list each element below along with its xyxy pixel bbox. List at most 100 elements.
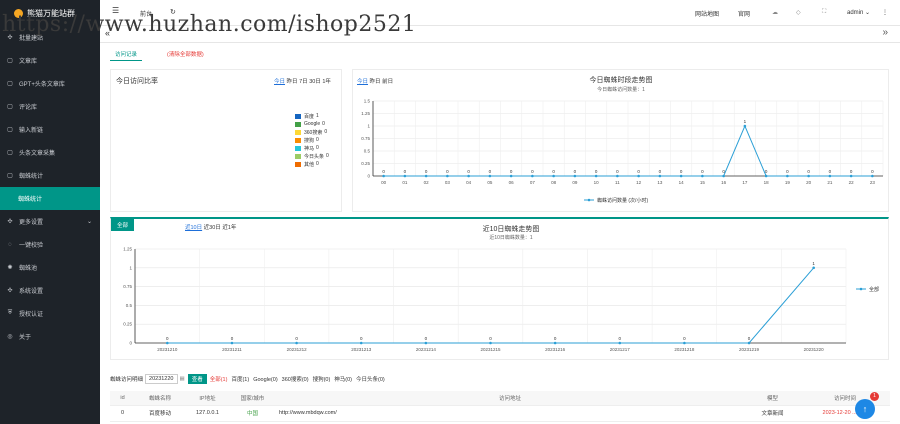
sidebar-item[interactable]: ▢ GPT+头条文章库 xyxy=(0,72,100,95)
legend-value: 0 xyxy=(326,153,329,159)
y-tick-label: 1 xyxy=(129,265,132,270)
data-point xyxy=(553,341,557,345)
hourly-legend-label: 蜘蛛访问数量 (次/小时) xyxy=(597,197,648,204)
data-label: 0 xyxy=(616,169,619,174)
data-point xyxy=(552,174,555,178)
data-point xyxy=(786,174,789,178)
x-tick-label: 23 xyxy=(870,180,876,185)
daily-chart-title: 近10日蜘蛛走势图 xyxy=(483,224,540,233)
data-label: 0 xyxy=(701,169,704,174)
y-tick-label: 0.25 xyxy=(123,322,132,327)
legend-swatch xyxy=(295,161,301,167)
tab-visit-record[interactable]: 访问记录 xyxy=(110,50,143,61)
sidebar-item[interactable]: ◌ 一键校验 xyxy=(0,233,100,256)
filter-option[interactable]: 今日头条(0) xyxy=(356,377,385,383)
theme-icon[interactable]: ☁ xyxy=(772,9,778,16)
rate-legend: 百度 1 Google 0 360搜索 0 搜狗 0 神马 0 今日头条 0 其他 0 xyxy=(295,112,329,168)
x-tick-label: 20231214 xyxy=(416,347,437,352)
filter-option[interactable]: 百度(1) xyxy=(231,377,249,383)
sidebar-item[interactable]: ◎ 关于 xyxy=(0,325,100,348)
data-point xyxy=(573,174,577,178)
data-label: 0 xyxy=(659,169,662,174)
filter-30days[interactable]: 30日 xyxy=(309,79,321,85)
filter-option[interactable]: 神马(0) xyxy=(334,377,352,383)
data-label: 0 xyxy=(489,169,492,174)
filter-option[interactable]: Google(0) xyxy=(253,377,277,383)
table-cell-city: 中国 xyxy=(230,405,275,422)
data-point xyxy=(807,174,810,178)
legend-name: 搜狗 xyxy=(304,137,315,144)
sidebar-item[interactable]: ✣ 系统设置 xyxy=(0,279,100,302)
sidebar-item[interactable]: ✺ 蜘蛛池 xyxy=(0,256,100,279)
sidebar-item[interactable]: ▢ 输入新链 xyxy=(0,118,100,141)
x-tick-label: 06 xyxy=(509,180,515,185)
x-tick-label: 21 xyxy=(827,180,833,185)
table-row[interactable]: 0 百度移动 127.0.0.1 中国 http://www.mbdqw.com/文章新… xyxy=(110,405,890,422)
data-label: 0 xyxy=(683,336,686,341)
legend-item[interactable]: 今日头条 0 xyxy=(295,152,329,160)
legend-name: 今日头条 xyxy=(304,153,325,160)
legend-item[interactable]: Google 0 xyxy=(295,120,329,128)
legend-value: 0 xyxy=(316,145,319,151)
legend-name: 神马 xyxy=(304,145,315,152)
more-icon[interactable]: ⋮ xyxy=(882,9,888,16)
tag-icon[interactable]: ◇ xyxy=(796,9,801,16)
sidebar-item[interactable]: ✣ 更多设置 ⌄ xyxy=(0,210,100,233)
data-label: 0 xyxy=(166,336,169,341)
data-point xyxy=(230,341,234,345)
x-tick-label: 03 xyxy=(445,180,451,185)
data-point xyxy=(382,174,385,178)
table-header: 国家/城市 xyxy=(230,391,275,406)
filter-today[interactable]: 今日 xyxy=(274,79,285,85)
table-cell-url[interactable]: http://www.mbdqw.com/ xyxy=(275,405,745,422)
sidebar-item[interactable]: ⛨ 授权认证 xyxy=(0,302,100,325)
sidebar-item-label: 更多设置 xyxy=(19,220,44,226)
data-point xyxy=(531,174,534,178)
fullscreen-icon[interactable]: ⛶ xyxy=(822,9,826,16)
legend-name: Google xyxy=(304,121,321,127)
x-tick-label: 00 xyxy=(381,180,387,185)
sidebar-item[interactable]: 蜘蛛统计 xyxy=(0,187,100,210)
sidebar-item[interactable]: ▢ 评论库 xyxy=(0,95,100,118)
filter-yesterday[interactable]: 昨日 xyxy=(287,79,298,85)
site-map-link[interactable]: 网站地图 xyxy=(695,9,719,18)
x-tick-label: 07 xyxy=(530,180,536,185)
table-cell-id: 0 xyxy=(110,405,135,422)
filter-1year[interactable]: 1年 xyxy=(322,79,331,85)
legend-item[interactable]: 百度 1 xyxy=(295,112,329,120)
y-tick-label: 0.5 xyxy=(364,149,371,154)
sidebar-item-label: 关于 xyxy=(19,335,32,341)
calendar-icon[interactable]: ▦ xyxy=(180,376,185,382)
sidebar-item[interactable]: ▢ 文章库 xyxy=(0,49,100,72)
tabs-next-icon[interactable]: » xyxy=(882,27,888,38)
legend-item[interactable]: 神马 0 xyxy=(295,144,329,152)
data-label: 0 xyxy=(531,169,534,174)
doc-icon: ▢ xyxy=(7,173,13,179)
official-site-link[interactable]: 官网 xyxy=(738,9,750,18)
data-label: 0 xyxy=(231,336,234,341)
clear-all-link[interactable]: (清除全部数据) xyxy=(162,50,209,61)
filter-option[interactable]: 全部(1) xyxy=(210,377,228,383)
data-label: 0 xyxy=(425,169,428,174)
x-tick-label: 19 xyxy=(785,180,791,185)
date-input[interactable]: 20231220 xyxy=(145,374,178,384)
sidebar-item[interactable]: ▢ 蜘蛛统计 xyxy=(0,164,100,187)
sidebar-item-label: 蜘蛛统计 xyxy=(18,197,43,203)
daily-chart: 近10日蜘蛛走势图 近10日蜘蛛数量：1 0 0.25 0.5 0.75 1 1.25 20… xyxy=(123,224,879,352)
legend-item[interactable]: 搜狗 0 xyxy=(295,136,329,144)
upload-float-button[interactable]: ↑ xyxy=(855,399,875,419)
filter-option[interactable]: 360搜索(0) xyxy=(282,377,309,383)
legend-item[interactable]: 360搜索 0 xyxy=(295,128,329,136)
filter-7days[interactable]: 7日 xyxy=(299,79,308,85)
admin-menu[interactable]: admin ⌄ xyxy=(847,9,870,16)
view-button[interactable]: 查看 xyxy=(187,374,207,384)
data-label: 0 xyxy=(680,169,683,174)
data-point xyxy=(849,174,853,178)
rate-panel: 今日访问比率 今日 昨日 7日 30日 1年 百度 1 Google 0 360搜索 0 搜… xyxy=(110,69,342,212)
filter-option[interactable]: 搜狗(0) xyxy=(313,377,331,383)
watermark: https://www.huzhan.com/ishop2521 xyxy=(2,12,417,37)
data-label: 0 xyxy=(829,169,832,174)
sidebar-item[interactable]: ▢ 头条文章采集 xyxy=(0,141,100,164)
x-tick-label: 20231213 xyxy=(351,347,372,352)
legend-item[interactable]: 其他 0 xyxy=(295,160,329,168)
